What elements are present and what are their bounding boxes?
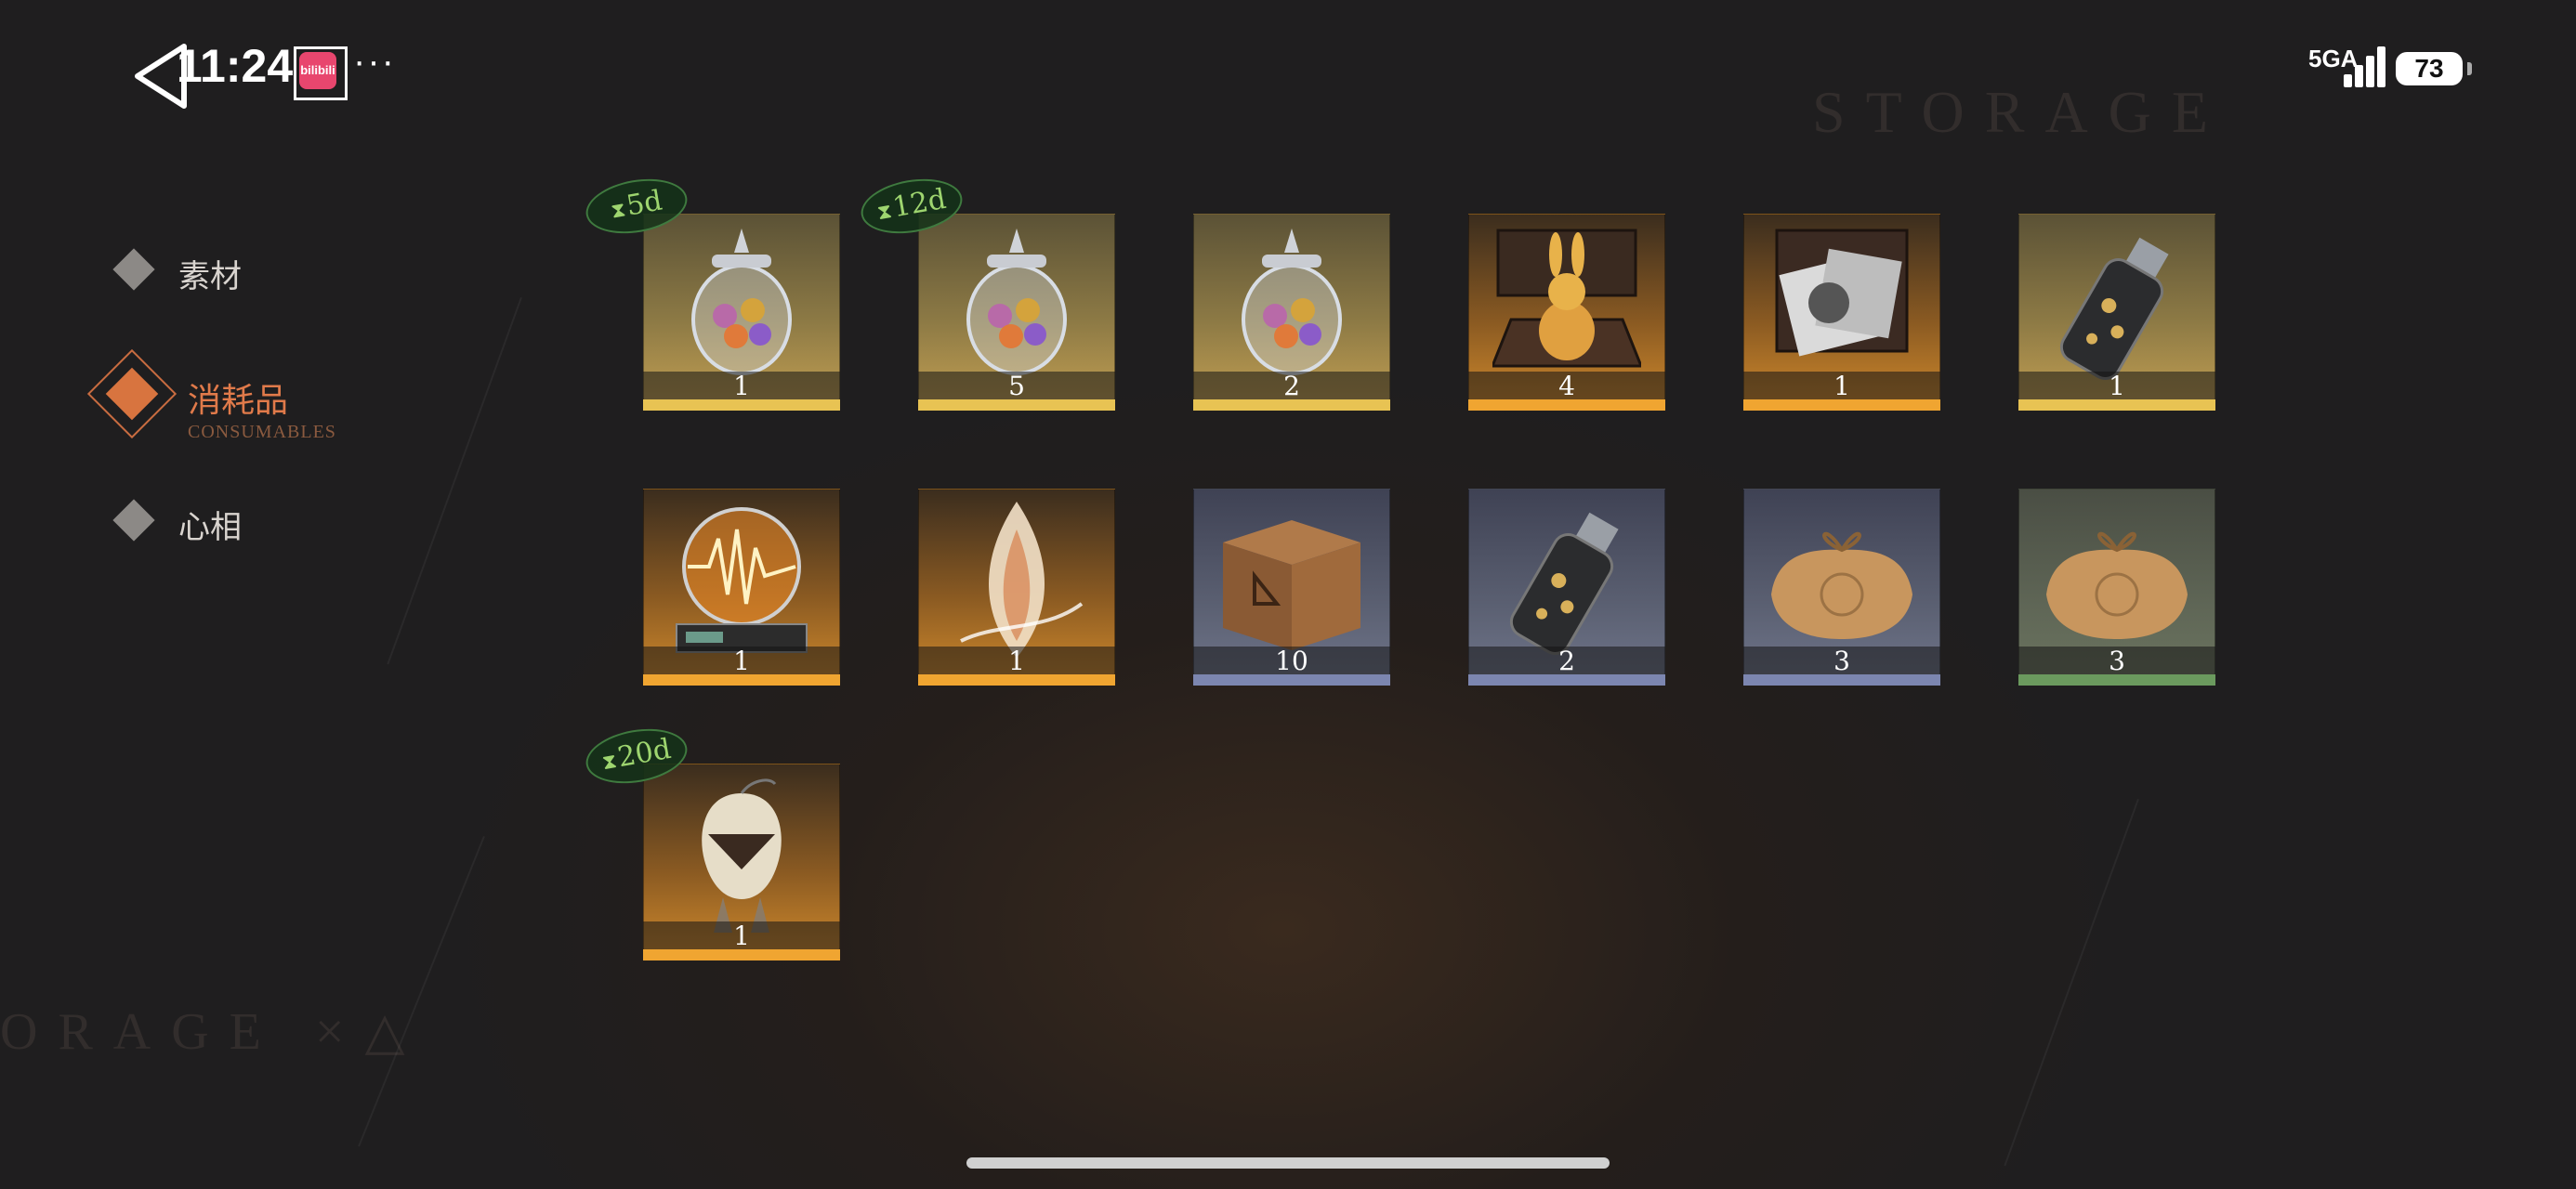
item-count: 10	[1275, 646, 1308, 676]
sidebar-item-materials[interactable]: 素材	[84, 223, 325, 316]
item-count: 4	[1558, 371, 1575, 401]
inventory-item-pouch-charm[interactable]: 1 ⧗20d	[581, 721, 840, 960]
background-streak	[358, 836, 485, 1147]
inventory-item-bottle[interactable]: 2	[1468, 489, 1665, 686]
spirit-flame-icon	[960, 502, 1084, 658]
background-streak	[2004, 799, 2139, 1167]
battery-indicator: 73	[2396, 52, 2472, 85]
item-count: 1	[733, 371, 750, 401]
inventory-item-wooden-crate[interactable]: 10	[1193, 489, 1390, 686]
active-diamond-icon	[86, 348, 177, 439]
item-count: 2	[1558, 646, 1575, 676]
inventory-item-candy-jar[interactable]: 2	[1193, 214, 1390, 411]
rabbit-box-icon	[1492, 229, 1641, 368]
signal-icon	[2331, 45, 2385, 87]
sidebar-item-label: 消耗品	[188, 382, 289, 420]
parcel-icon	[2046, 531, 2188, 639]
item-count: 1	[1008, 646, 1025, 676]
item-count: 3	[1833, 646, 1850, 676]
item-count: 2	[1283, 371, 1300, 401]
status-bar: 11:24 bilibili ··· 5GA 73	[0, 0, 2576, 130]
inventory-item-parcel[interactable]: 3	[2018, 489, 2215, 686]
inventory-item-photo-box[interactable]: 1	[1743, 214, 1940, 411]
inventory-item-bottle[interactable]: 1	[2018, 214, 2215, 411]
item-count: 5	[1008, 371, 1025, 401]
inventory-item-candy-jar[interactable]: 5 ⧗12d	[856, 171, 1115, 411]
inventory-item-parcel[interactable]: 3	[1743, 489, 1940, 686]
inventory-item-candy-jar[interactable]: 1 ⧗5d	[581, 171, 840, 411]
bottle-icon	[1509, 512, 1619, 655]
candy-jar-icon	[966, 229, 1067, 375]
sidebar-item-sublabel: CONSUMABLES	[188, 422, 336, 442]
bottle-icon	[2059, 237, 2169, 380]
bilibili-app-badge: bilibili	[299, 52, 336, 89]
sidebar-item-psychube[interactable]: 心相	[84, 474, 325, 567]
more-icon: ···	[353, 41, 396, 82]
bilibili-app-icon: bilibili	[294, 46, 348, 100]
photo-box-icon	[1775, 229, 1909, 357]
item-count: 1	[1833, 371, 1850, 401]
sidebar-item-consumables[interactable]: 消耗品 CONSUMABLES	[84, 348, 362, 464]
inventory-item-radio-globe[interactable]: 1	[643, 489, 840, 686]
inventory-item-spirit-flame[interactable]: 1	[918, 489, 1115, 686]
background-storage-watermark-bottom: ORAGE ×△	[0, 1003, 426, 1061]
home-indicator[interactable]	[966, 1157, 1610, 1169]
pouch-charm-icon	[702, 778, 782, 933]
hourglass-icon: ⧗	[875, 199, 894, 226]
item-count: 1	[2109, 371, 2125, 401]
status-time: 11:24	[177, 40, 294, 92]
hourglass-icon: ⧗	[609, 198, 628, 224]
candy-jar-icon	[1242, 229, 1342, 375]
sidebar-item-label: 心相	[178, 509, 242, 546]
hourglass-icon: ⧗	[600, 749, 619, 776]
diamond-icon	[112, 248, 155, 291]
background-streak	[387, 297, 522, 665]
item-count: 3	[2109, 646, 2125, 676]
parcel-icon	[1771, 531, 1912, 639]
wooden-crate-icon	[1223, 520, 1360, 650]
inventory-item-rabbit-figure-box[interactable]: 4	[1468, 214, 1665, 411]
radio-globe-icon	[676, 507, 808, 653]
diamond-icon	[112, 499, 155, 542]
candy-jar-icon	[691, 229, 792, 375]
item-count: 1	[733, 646, 750, 676]
item-count: 1	[733, 921, 750, 951]
sidebar-item-label: 素材	[178, 258, 242, 295]
